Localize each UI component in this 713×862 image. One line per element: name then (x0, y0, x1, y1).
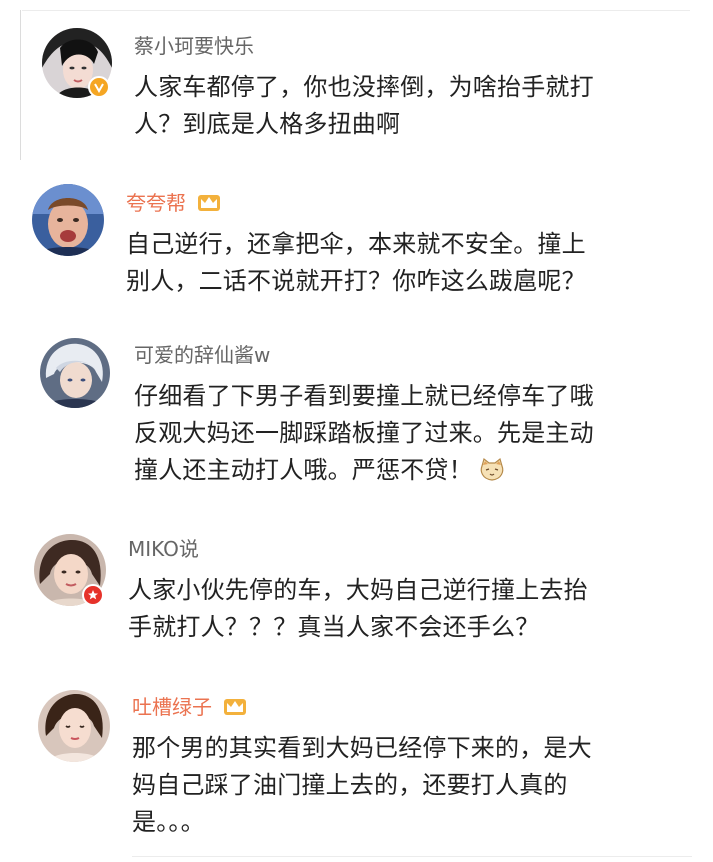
comment-item: 蔡小珂要快乐 人家车都停了，你也没摔倒，为啥抬手就打 人？到底是人格多扭曲啊 (0, 0, 713, 170)
crown-icon (222, 695, 248, 723)
avatar[interactable] (38, 690, 110, 762)
comment-item: 吐槽绿子 那个男的其实看到大妈已经停下来的，是大 妈自己踩了油门撞上去的，还要打… (0, 670, 713, 862)
comment-text-line: 人？到底是人格多扭曲啊 (134, 110, 401, 138)
comment-username[interactable]: 可爱的辞仙酱w (134, 342, 270, 368)
comment-text-segment: 撞人还主动打人哦。严惩不贷！ (134, 456, 473, 484)
avatar[interactable] (32, 184, 104, 256)
crown-icon (196, 191, 222, 219)
bottom-divider (132, 856, 692, 857)
comment-username[interactable]: 蔡小珂要快乐 (134, 33, 254, 59)
comment-item: 夸夸帮 自己逆行，还拿把伞，本来就不安全。撞上 别人，二话不说就开打？你咋这么跋… (0, 170, 713, 320)
comment-text-line: 人家小伙先停的车，大妈自己逆行撞上去抬 (128, 576, 588, 604)
comment-text-line: 人家车都停了，你也没摔倒，为啥抬手就打 (134, 73, 594, 101)
red-v-icon (82, 584, 104, 606)
comment-text-line: 撞人还主动打人哦。严惩不贷！ (134, 452, 594, 494)
comment-text: 人家小伙先停的车，大妈自己逆行撞上去抬 手就打人？？？真当人家不会还手么？ (128, 572, 588, 646)
comment-text-line: 仔细看了下男子看到要撞上就已经停车了哦 (134, 382, 594, 410)
comment-item: MIKO说 人家小伙先停的车，大妈自己逆行撞上去抬 手就打人？？？真当人家不会还… (0, 510, 713, 670)
comment-text-line: 妈自己踩了油门撞上去的，还要打人真的 (132, 771, 568, 799)
comment-text-line: 那个男的其实看到大妈已经停下来的，是大 (132, 734, 592, 762)
comment-text: 自己逆行，还拿把伞，本来就不安全。撞上 别人，二话不说就开打？你咋这么跋扈呢？ (126, 226, 586, 300)
comment-text: 仔细看了下男子看到要撞上就已经停车了哦 反观大妈还一脚踩踏板撞了过来。先是主动 … (134, 378, 594, 494)
comment-username-text: 吐槽绿子 (132, 695, 212, 719)
cat-emoji-icon (479, 457, 505, 494)
comment-username[interactable]: 吐槽绿子 (132, 694, 248, 723)
comment-item: 可爱的辞仙酱w 仔细看了下男子看到要撞上就已经停车了哦 反观大妈还一脚踩踏板撞了… (0, 320, 713, 510)
comment-text-line: 手就打人？？？真当人家不会还手么？ (128, 613, 540, 641)
comment-text-line: 是。。。 (132, 808, 205, 836)
comment-text: 那个男的其实看到大妈已经停下来的，是大 妈自己踩了油门撞上去的，还要打人真的 是… (132, 730, 592, 841)
comment-username[interactable]: MIKO说 (128, 536, 199, 562)
avatar[interactable] (40, 338, 110, 408)
vip-v-icon (88, 76, 110, 98)
comment-text-line: 反观大妈还一脚踩踏板撞了过来。先是主动 (134, 419, 594, 447)
comment-username-text: 夸夸帮 (126, 191, 186, 215)
comment-text: 人家车都停了，你也没摔倒，为啥抬手就打 人？到底是人格多扭曲啊 (134, 69, 594, 143)
comment-text-line: 自己逆行，还拿把伞，本来就不安全。撞上 (126, 230, 586, 258)
comment-username[interactable]: 夸夸帮 (126, 190, 222, 219)
comment-text-line: 别人，二话不说就开打？你咋这么跋扈呢？ (126, 267, 586, 295)
